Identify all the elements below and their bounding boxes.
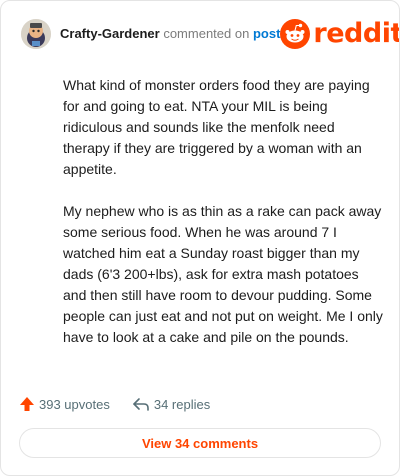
comment-paragraph-1: What kind of monster orders food they ar… <box>63 77 370 177</box>
comment-card: Crafty-Gardener commented on post reddit… <box>0 0 400 476</box>
upvote-button[interactable]: 393 upvotes <box>19 396 110 412</box>
reply-arrow-icon <box>133 398 149 411</box>
reddit-wordmark: reddit <box>313 18 400 49</box>
upvote-count: 393 upvotes <box>39 396 110 412</box>
reddit-snoo-icon <box>280 19 311 49</box>
avatar-image <box>21 19 51 49</box>
username-link[interactable]: Crafty-Gardener <box>60 26 160 41</box>
comment-body: What kind of monster orders food they ar… <box>63 75 385 369</box>
replies-button[interactable]: 34 replies <box>132 396 210 412</box>
post-link[interactable]: post <box>253 26 280 41</box>
comment-actions: 393 upvotes 34 replies <box>19 392 210 416</box>
view-comments-button[interactable]: View 34 comments <box>19 428 381 458</box>
comment-meta: Crafty-Gardener commented on post <box>60 26 280 42</box>
user-avatar[interactable] <box>21 19 51 49</box>
comment-header: Crafty-Gardener commented on post reddit <box>21 15 399 53</box>
reply-count: 34 replies <box>153 396 211 412</box>
upvote-arrow-icon <box>20 397 34 411</box>
commented-on-text: commented on <box>163 26 250 41</box>
comment-paragraph-2: My nephew who is as thin as a rake can p… <box>63 203 383 345</box>
reddit-logo[interactable]: reddit <box>280 18 400 50</box>
